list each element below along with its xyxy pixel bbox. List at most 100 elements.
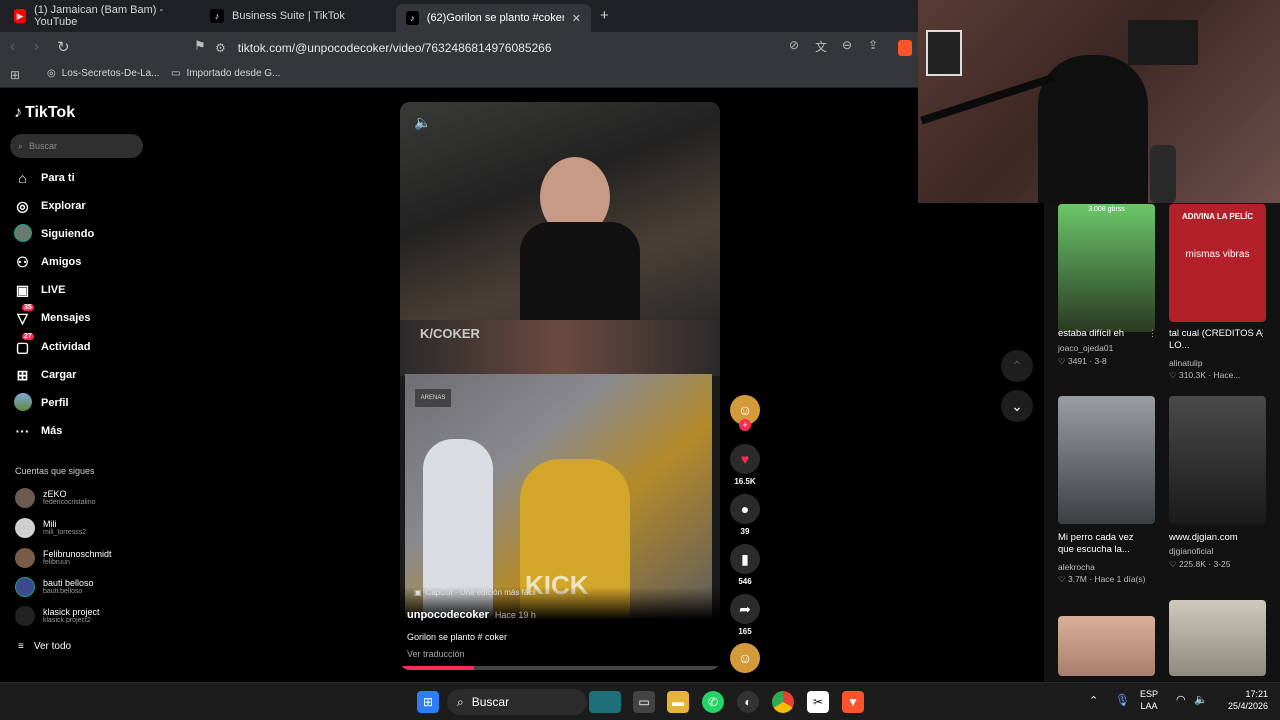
nav-mas[interactable]: ··· Más xyxy=(14,421,63,441)
nav-explorar[interactable]: ◎ Explorar xyxy=(14,196,85,216)
video-thumbnail[interactable] xyxy=(1058,616,1155,676)
address-bar[interactable]: ⚙ tiktok.com/@unpocodecoker/video/763248… xyxy=(215,36,915,60)
see-all-link[interactable]: ≡ Ver todo xyxy=(18,636,71,656)
nav-amigos[interactable]: ⚇ Amigos xyxy=(14,252,81,272)
windows-taskbar: ⊞ ⌕ Buscar ▭ ▬ ✆ ◐ ✂ ▼ ⌃ 🎙 ESP LAA ◠ 🔈 1… xyxy=(0,682,1280,720)
translate-link[interactable]: Ver traducción xyxy=(407,649,465,659)
nav-siguiendo[interactable]: Siguiendo xyxy=(14,223,94,244)
zoom-icon[interactable]: ⊖ xyxy=(842,38,852,52)
whatsapp-icon[interactable]: ✆ xyxy=(702,691,724,713)
chrome-icon[interactable] xyxy=(772,691,794,713)
widget-icon[interactable] xyxy=(589,691,621,713)
video-title[interactable]: tal cual (CREDITOS A LO... xyxy=(1169,328,1266,352)
reader-icon[interactable]: ⊘ xyxy=(789,38,799,52)
microphone-icon[interactable]: 🎙 xyxy=(1115,693,1130,707)
clock[interactable]: 17:21 25/4/2026 xyxy=(1218,688,1268,712)
folder-icon: ▭ xyxy=(171,68,181,79)
forward-icon[interactable]: › xyxy=(34,38,39,55)
nav-label: Amigos xyxy=(41,256,82,268)
apps-grid-icon[interactable]: ⊞ xyxy=(10,68,20,82)
volume-icon[interactable]: 🔈 xyxy=(1194,693,1208,706)
taskbar-search-label: Buscar xyxy=(471,695,510,709)
taskbar-search[interactable]: ⌕ Buscar xyxy=(447,689,587,715)
video-player[interactable]: 🔈 K/COKER ARENAS KICK ▣ CapCut · Una edi… xyxy=(400,102,720,670)
video-progress-bar[interactable] xyxy=(400,666,720,670)
nav-label: LIVE xyxy=(41,284,66,296)
reload-icon[interactable]: ↻ xyxy=(57,38,70,56)
file-explorer-icon[interactable]: ▬ xyxy=(667,691,689,713)
account-name: bauti belloso xyxy=(43,578,94,588)
see-all-label: Ver todo xyxy=(33,640,72,652)
nav-cargar[interactable]: ⊞ Cargar xyxy=(14,365,77,385)
video-title[interactable]: Mi perro cada vez que escucha la... xyxy=(1058,532,1150,556)
video-thumbnail[interactable]: 3.008 gbrss xyxy=(1058,204,1155,332)
capcut-tag[interactable]: ▣ CapCut · Una edición más fácil xyxy=(414,588,536,597)
next-video-button[interactable]: ⌄ xyxy=(1001,390,1033,422)
nav-para-ti[interactable]: ⌂ Para ti xyxy=(14,168,74,188)
url-text: tiktok.com/@unpocodecoker/video/76324868… xyxy=(237,41,552,55)
bookmark-icon[interactable]: ⚑ xyxy=(194,38,206,54)
site-info-icon[interactable]: ⚙ xyxy=(215,41,226,55)
prev-video-button[interactable]: ⌃ xyxy=(1001,350,1033,382)
video-thumbnail[interactable] xyxy=(1169,600,1266,676)
more-options-icon[interactable]: ⋮ xyxy=(1148,328,1157,339)
bookmark-folder[interactable]: ▭ Importado desde G... xyxy=(171,68,280,79)
author-name[interactable]: unpocodecoker xyxy=(407,609,489,621)
video-title[interactable]: estaba difícil eh xyxy=(1058,328,1146,340)
brave-shield-icon[interactable] xyxy=(898,40,912,56)
windows-start-icon[interactable]: ⊞ xyxy=(417,691,439,713)
following-account[interactable]: Mili mili_torresss2 xyxy=(15,518,86,538)
following-account[interactable]: bauti belloso bauti.belloso xyxy=(15,577,94,597)
nav-live[interactable]: ▣ LIVE xyxy=(14,280,66,300)
share-icon[interactable]: ⇪ xyxy=(868,38,878,52)
thumb-subtext: mismas vibras xyxy=(1185,249,1250,260)
like-button[interactable]: ♥ 16.5K xyxy=(729,444,761,486)
following-account[interactable]: zEKO federicocristalino xyxy=(15,488,96,508)
translate-icon[interactable]: 文 xyxy=(815,38,827,55)
bookmark-item[interactable]: ◎ Los-Secretos-De-La... xyxy=(47,68,160,79)
close-tab-icon[interactable]: ✕ xyxy=(572,12,581,25)
author-avatar-button[interactable]: ☺ + xyxy=(729,395,761,431)
comment-button[interactable]: ● 39 xyxy=(729,494,761,536)
nav-actividad[interactable]: ▢ 27 Actividad xyxy=(14,332,91,357)
video-thumbnail[interactable]: ADIVINA LA PELÍC mismas vibras xyxy=(1169,204,1266,322)
tray-chevron-icon[interactable]: ⌃ xyxy=(1089,694,1098,707)
video-thumbnail[interactable] xyxy=(1058,396,1155,524)
following-account[interactable]: klasick project klasick.project2 xyxy=(15,606,100,626)
task-view-icon[interactable]: ▭ xyxy=(633,691,655,713)
share-button[interactable]: ➦ 165 xyxy=(729,594,761,636)
tab-tiktok-video[interactable]: ♪ (62)Gorilon se planto #coker | bl... ✕ xyxy=(396,4,591,32)
video-title[interactable]: www.djgian.com xyxy=(1169,532,1238,544)
tab-business-suite[interactable]: ♪ Business Suite | TikTok xyxy=(200,4,390,28)
search-input[interactable]: ⌕ Buscar xyxy=(10,134,143,158)
tab-title: Business Suite | TikTok xyxy=(232,10,345,22)
following-account[interactable]: Felibrunoschmidt felibruun xyxy=(15,548,112,568)
app-icon[interactable]: ◐ xyxy=(737,691,759,713)
follow-plus-icon[interactable]: + xyxy=(739,419,751,431)
new-tab-icon[interactable]: + xyxy=(600,7,609,24)
nav-perfil[interactable]: Perfil xyxy=(14,392,69,413)
youtube-icon: ▶ xyxy=(14,9,27,23)
brave-icon[interactable]: ▼ xyxy=(842,691,864,713)
video-user[interactable]: joaco_ojeda01 xyxy=(1058,343,1113,353)
wifi-icon[interactable]: ◠ xyxy=(1176,693,1186,706)
video-thumbnail[interactable] xyxy=(1169,396,1266,524)
nav-mensajes[interactable]: ▽ 35 Mensajes xyxy=(14,303,91,328)
back-icon[interactable]: ‹ xyxy=(10,38,15,55)
avatar xyxy=(15,488,35,508)
globe-icon: ◎ xyxy=(47,68,56,79)
list-icon: ≡ xyxy=(18,640,24,652)
volume-icon[interactable]: 🔈 xyxy=(414,114,431,131)
language-indicator[interactable]: ESP LAA xyxy=(1140,688,1158,712)
video-user[interactable]: alinatulip xyxy=(1169,358,1203,368)
music-disc-button[interactable]: ☺ xyxy=(729,643,761,673)
account-name: Mili xyxy=(43,519,57,529)
save-button[interactable]: ▮ 546 xyxy=(729,544,761,586)
capcut-icon[interactable]: ✂ xyxy=(807,691,829,713)
keyboard-layout: LAA xyxy=(1140,701,1158,711)
coker-brand: K/COKER xyxy=(420,326,480,341)
tiktok-logo[interactable]: ♪ TikTok xyxy=(14,104,75,122)
tab-youtube[interactable]: ▶ (1) Jamaican (Bam Bam) - YouTube xyxy=(4,4,196,28)
video-user[interactable]: alekrocha xyxy=(1058,562,1095,572)
video-user[interactable]: djgianoficial xyxy=(1169,546,1213,556)
